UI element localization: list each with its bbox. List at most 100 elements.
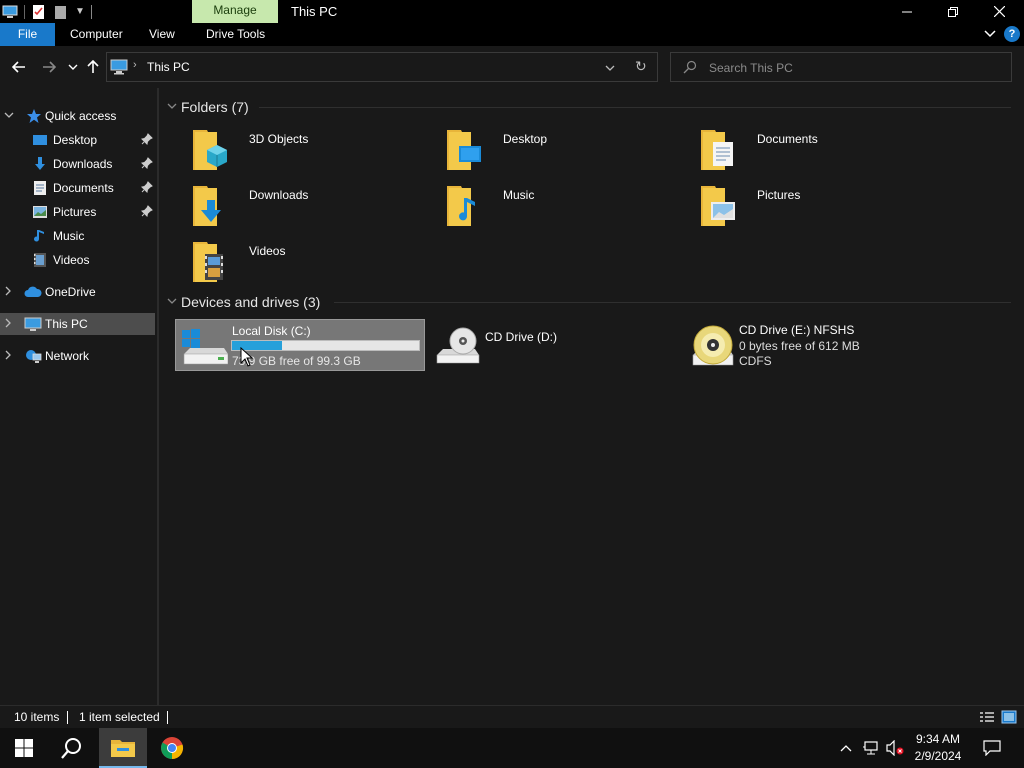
devices-group-header[interactable]: Devices and drives (3) [159,291,1019,313]
pin-icon[interactable] [140,133,153,148]
group-collapse-chevron-icon[interactable] [167,102,177,113]
search-button[interactable] [48,728,96,768]
status-bar: 10 items 1 item selected [0,705,1024,728]
help-icon[interactable]: ? [1004,26,1020,42]
address-bar[interactable]: › This PC ↻ [106,52,658,82]
pin-icon[interactable] [140,157,153,172]
ribbon-tabs: File Computer View Drive Tools ? [0,23,1024,46]
sidebar-item-videos[interactable]: Videos [0,249,155,271]
recent-locations-button[interactable] [62,56,84,78]
address-dropdown-icon[interactable] [605,61,615,75]
window-title: This PC [291,4,338,19]
group-divider [259,107,1011,108]
network-icon [24,348,42,364]
sidebar-item-music[interactable]: Music [0,225,155,247]
customize-qat-icon[interactable]: ▼ [75,6,85,17]
chrome-taskbar-button[interactable] [148,728,196,768]
drive-filesystem: CDFS [739,354,772,368]
breadcrumb-separator-icon: › [133,59,137,71]
drive-usage-bar [231,340,420,351]
action-center-icon[interactable] [980,728,1004,768]
tab-view[interactable]: View [139,23,185,46]
folder-tile-desktop[interactable]: Desktop [431,126,681,176]
pin-icon[interactable] [140,205,153,220]
search-icon [683,60,697,77]
downloads-icon [32,156,48,172]
sidebar-item-onedrive[interactable]: OneDrive [0,281,155,303]
taskbar: 9:34 AM 2/9/2024 [0,728,1024,768]
forward-button[interactable] [38,56,60,78]
new-folder-icon[interactable] [53,4,69,20]
file-explorer-taskbar-button[interactable] [99,728,147,768]
drive-tile-cd-drive-d[interactable]: CD Drive (D:) [429,319,679,371]
pictures-icon [32,204,48,220]
details-view-icon[interactable] [979,710,995,724]
collapsed-chevron-icon[interactable] [4,350,16,363]
sidebar-item-documents[interactable]: Documents [0,177,155,199]
drive-name: CD Drive (E:) NFSHS [739,323,855,337]
sidebar-item-network[interactable]: Network [0,345,155,367]
sidebar-item-desktop[interactable]: Desktop [0,129,155,151]
search-box[interactable] [670,52,1012,82]
drive-tile-cd-drive-e[interactable]: CD Drive (E:) NFSHS 0 bytes free of 612 … [683,319,933,371]
pin-icon[interactable] [140,181,153,196]
volume-muted-icon[interactable] [884,728,906,768]
mouse-cursor-icon [240,346,254,367]
clock-date: 2/9/2024 [914,749,962,763]
sidebar-item-quick-access[interactable]: Quick access [0,105,155,127]
title-bar: ▼ Manage This PC [0,0,1024,23]
videos-icon [32,252,48,268]
this-pc-app-icon[interactable] [2,4,18,20]
search-input[interactable] [709,59,989,77]
sidebar-item-this-pc[interactable]: This PC [0,313,155,335]
properties-icon[interactable] [31,4,47,20]
group-divider [334,302,1011,303]
tab-file[interactable]: File [0,23,55,46]
sidebar-item-pictures[interactable]: Pictures [0,201,155,223]
up-button[interactable] [82,56,104,78]
item-count: 10 items [14,710,60,724]
this-pc-icon [24,316,42,332]
folder-tile-documents[interactable]: Documents [685,126,935,176]
folder-tile-pictures[interactable]: Pictures [685,182,935,232]
status-divider [67,711,68,724]
folder-tile-downloads[interactable]: Downloads [177,182,427,232]
back-button[interactable] [8,56,30,78]
folder-name: Desktop [503,132,548,146]
large-icons-view-icon[interactable] [1001,710,1017,724]
sidebar-item-label: This PC [45,317,88,331]
expand-ribbon-icon[interactable] [983,28,997,43]
selection-count: 1 item selected [79,710,160,724]
close-button[interactable] [976,0,1022,23]
sidebar-item-label: Quick access [45,109,117,123]
folder-tile-music[interactable]: Music [431,182,681,232]
sidebar-item-label: OneDrive [45,285,96,299]
start-button[interactable] [0,728,48,768]
folder-tile-videos[interactable]: Videos [177,238,427,288]
folders-group-header[interactable]: Folders (7) [159,96,1019,118]
desktop-icon [32,132,48,148]
sidebar-item-label: Music [53,229,85,243]
restore-button[interactable] [930,0,976,23]
folder-name: Music [503,188,535,202]
music-icon [32,228,48,244]
collapsed-chevron-icon[interactable] [4,286,16,299]
folder-tile-3d-objects[interactable]: 3D Objects [177,126,427,176]
navigation-pane: Quick access Desktop Downloads Documents [0,88,157,705]
downloads-folder-icon [185,182,229,228]
expanded-chevron-icon[interactable] [4,111,16,122]
sidebar-item-downloads[interactable]: Downloads [0,153,155,175]
system-clock[interactable]: 9:34 AM 2/9/2024 [906,731,970,765]
network-tray-icon[interactable] [860,728,882,768]
tab-drive-tools[interactable]: Drive Tools [196,23,275,46]
show-hidden-icons-icon[interactable] [836,728,856,768]
tab-computer[interactable]: Computer [60,23,133,46]
collapsed-chevron-icon[interactable] [4,318,16,331]
pictures-folder-icon [693,182,737,228]
group-collapse-chevron-icon[interactable] [167,297,177,308]
refresh-icon[interactable]: ↻ [635,58,647,75]
manage-tab[interactable]: Manage [192,0,278,23]
minimize-button[interactable] [884,0,930,23]
drive-tile-local-disk-c[interactable]: Local Disk (C:) 73.9 GB free of 99.3 GB [175,319,425,371]
breadcrumb-this-pc[interactable]: This PC [147,60,190,74]
